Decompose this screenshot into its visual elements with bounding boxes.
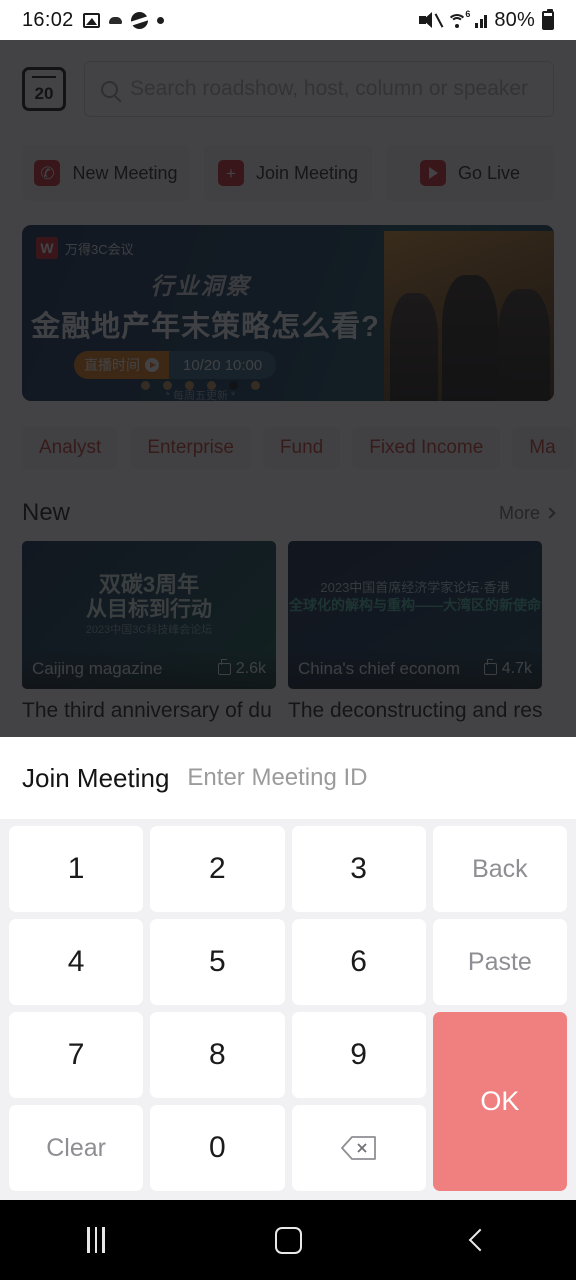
dot-icon [156, 16, 164, 24]
key-paste[interactable]: Paste [432, 919, 567, 1005]
wifi-generation-label: 6 [465, 8, 471, 19]
meeting-id-input[interactable]: Enter Meeting ID [187, 764, 367, 792]
sheet-title: Join Meeting [22, 762, 170, 793]
numeric-keypad: 1 2 3 Back 4 5 6 Paste 7 8 9 OK Clear 0 [0, 819, 576, 1200]
battery-percent-label: 80% [494, 8, 535, 31]
key-backspace[interactable] [291, 1105, 426, 1191]
nav-recents-button[interactable] [0, 1227, 192, 1253]
mute-icon [419, 12, 444, 28]
key-2[interactable]: 2 [150, 826, 285, 912]
join-meeting-sheet: Join Meeting Enter Meeting ID 1 2 3 Back… [0, 737, 576, 1200]
battery-icon [542, 8, 554, 30]
key-0[interactable]: 0 [150, 1105, 285, 1191]
saturn-icon [130, 11, 148, 29]
system-nav-bar [0, 1200, 576, 1280]
sheet-header: Join Meeting Enter Meeting ID [0, 737, 576, 819]
key-6[interactable]: 6 [291, 919, 426, 1005]
key-9[interactable]: 9 [291, 1012, 426, 1098]
key-1[interactable]: 1 [9, 826, 144, 912]
key-8[interactable]: 8 [150, 1012, 285, 1098]
signal-icon [475, 13, 488, 28]
phone-screen: 16:02 6 80% 20 Search roadshow, host, [0, 0, 576, 1280]
key-4[interactable]: 4 [9, 919, 144, 1005]
key-5[interactable]: 5 [150, 919, 285, 1005]
photo-icon [82, 12, 100, 28]
nav-home-button[interactable] [192, 1226, 384, 1254]
back-icon [468, 1228, 492, 1252]
recents-icon [87, 1227, 105, 1253]
backspace-icon [339, 1134, 379, 1162]
status-bar: 16:02 6 80% [0, 0, 576, 40]
cloud-icon [108, 16, 122, 24]
wifi-icon: 6 [446, 8, 471, 29]
home-icon [274, 1226, 302, 1254]
key-3[interactable]: 3 [291, 826, 426, 912]
status-bar-clock: 16:02 [22, 8, 74, 31]
key-clear[interactable]: Clear [9, 1105, 144, 1191]
status-bar-right: 6 80% [419, 8, 554, 32]
ok-button[interactable]: OK [432, 1012, 567, 1191]
status-bar-left: 16:02 [22, 9, 164, 32]
key-7[interactable]: 7 [9, 1012, 144, 1098]
key-back[interactable]: Back [432, 826, 567, 912]
nav-back-button[interactable] [384, 1228, 576, 1252]
